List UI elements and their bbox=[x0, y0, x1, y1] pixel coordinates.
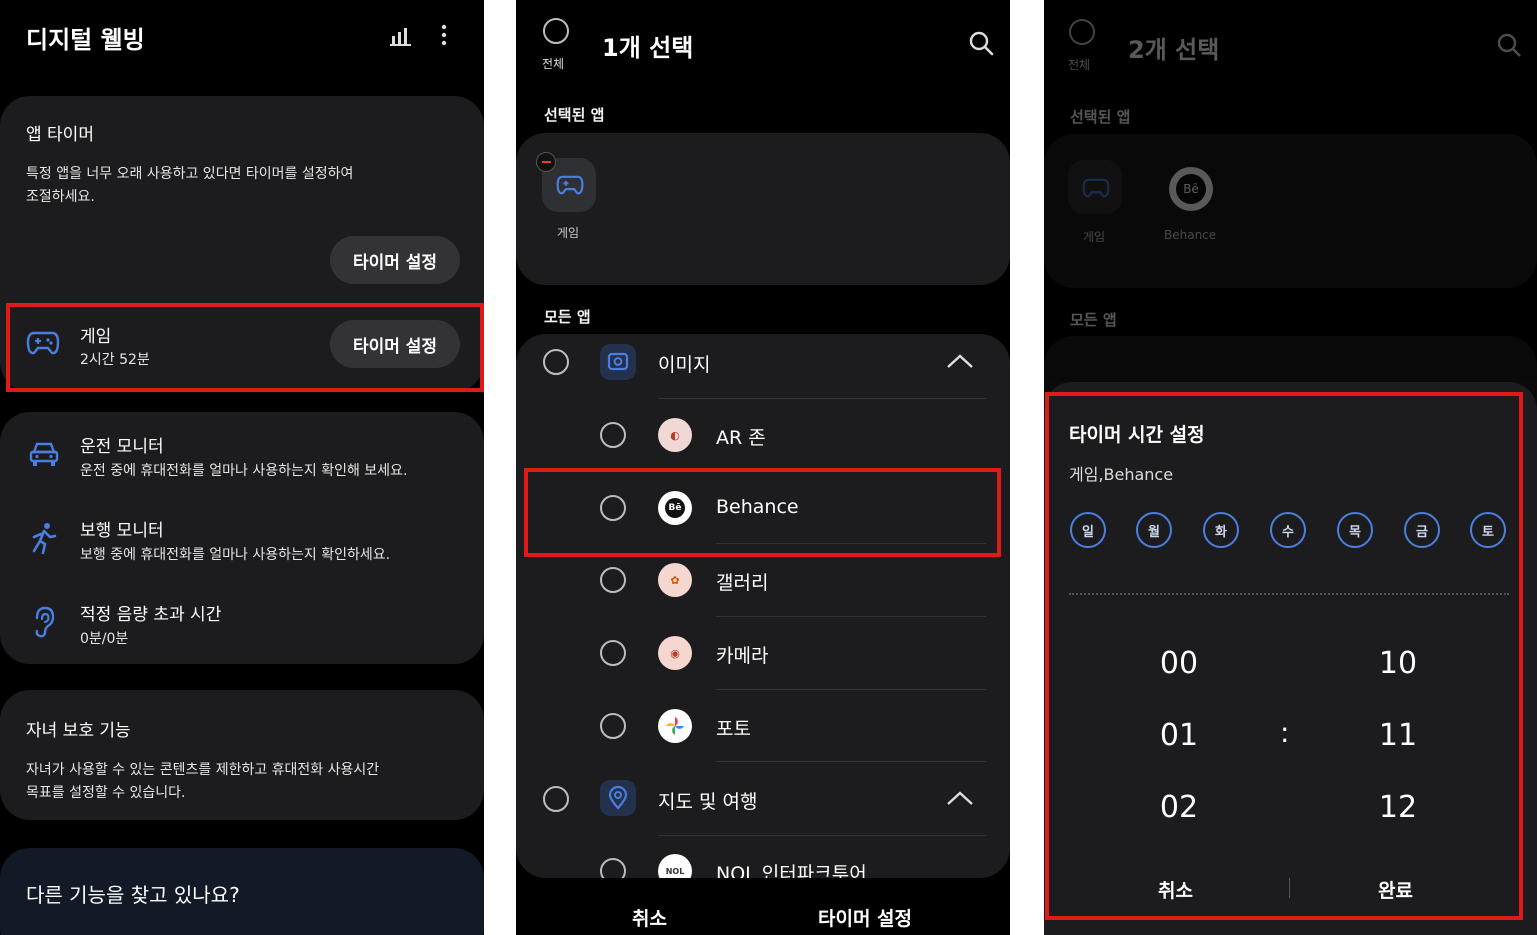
selection-count-title: 1개 선택 bbox=[602, 34, 694, 62]
selection-count-title: 2개 선택 bbox=[1128, 36, 1220, 64]
more-options-icon[interactable] bbox=[440, 24, 448, 50]
minute-option-selected[interactable]: 11 bbox=[1358, 718, 1438, 753]
dotted-divider bbox=[1069, 593, 1509, 595]
camera-app-icon: ◉ bbox=[658, 636, 692, 670]
gamepad-icon bbox=[1082, 177, 1110, 203]
selected-app-label: Behance bbox=[1164, 228, 1217, 242]
parental-controls-description-line1: 자녀가 사용할 수 있는 콘텐츠를 제한하고 휴대전화 사용시간 bbox=[26, 762, 380, 778]
highlight-behance-row bbox=[524, 468, 1001, 557]
image-category-icon bbox=[600, 344, 636, 380]
timer-dialog-title: 타이머 시간 설정 bbox=[1069, 424, 1205, 446]
selected-apps-header: 선택된 앱 bbox=[544, 106, 605, 124]
hour-option[interactable]: 00 bbox=[1139, 646, 1219, 681]
dialog-cancel-button[interactable]: 취소 bbox=[1158, 876, 1193, 903]
volume-exceed-title[interactable]: 적정 음량 초과 시간 bbox=[80, 600, 221, 625]
search-icon bbox=[1496, 32, 1522, 62]
all-apps-header: 모든 앱 bbox=[544, 308, 591, 326]
ar-zone-app-icon: ◐ bbox=[658, 418, 692, 452]
app-camera-label[interactable]: 카메라 bbox=[716, 641, 768, 668]
page-title: 디지털 웰빙 bbox=[26, 26, 145, 54]
day-monday-button[interactable]: 월 bbox=[1136, 512, 1172, 548]
dialog-done-button[interactable]: 완료 bbox=[1378, 876, 1413, 903]
category-image-radio[interactable] bbox=[543, 349, 569, 375]
hour-option[interactable]: 02 bbox=[1139, 790, 1219, 825]
digital-wellbeing-screen: 디지털 웰빙 앱 타이머 특정 앱을 너무 오래 사용하고 있다면 타이머를 설… bbox=[0, 0, 484, 935]
selected-app-label: 게임 bbox=[1083, 230, 1106, 244]
selected-app-game[interactable]: 게임 bbox=[536, 152, 598, 248]
timer-dialog-apps: 게임,Behance bbox=[1069, 465, 1174, 484]
select-all-radio[interactable] bbox=[543, 18, 569, 44]
selected-app-game: 게임 bbox=[1068, 160, 1124, 250]
divider bbox=[716, 689, 986, 690]
day-sunday-button[interactable]: 일 bbox=[1070, 512, 1106, 548]
walking-monitor-description: 보행 중에 휴대전화를 얼마나 사용하는지 확인하세요. bbox=[80, 547, 391, 563]
category-image-label[interactable]: 이미지 bbox=[658, 350, 710, 377]
behance-app-icon: Bē bbox=[1169, 167, 1213, 211]
other-features-text: 다른 기능을 찾고 있나요? bbox=[26, 883, 240, 907]
volume-exceed-value: 0분/0분 bbox=[80, 631, 129, 647]
minute-picker[interactable]: 10 11 12 bbox=[1358, 640, 1438, 830]
walking-monitor-title[interactable]: 보행 모니터 bbox=[80, 516, 164, 541]
chevron-up-icon[interactable] bbox=[946, 789, 974, 811]
app-photos-radio[interactable] bbox=[600, 713, 626, 739]
set-timer-button[interactable]: 타이머 설정 bbox=[818, 904, 912, 931]
divider bbox=[716, 761, 986, 762]
app-camera-radio[interactable] bbox=[600, 640, 626, 666]
divider bbox=[658, 835, 986, 836]
hour-option-selected[interactable]: 01 bbox=[1139, 718, 1219, 753]
selected-apps-header: 선택된 앱 bbox=[1070, 108, 1131, 126]
timer-setting-screen: 전체 2개 선택 선택된 앱 게임 Bē Behance 모든 앱 타이머 시간… bbox=[1044, 0, 1537, 935]
all-apps-header: 모든 앱 bbox=[1070, 311, 1117, 329]
app-gallery-radio[interactable] bbox=[600, 567, 626, 593]
day-thursday-button[interactable]: 목 bbox=[1337, 512, 1373, 548]
car-icon bbox=[28, 440, 60, 472]
select-all-label: 전체 bbox=[1068, 58, 1091, 72]
minute-option[interactable]: 10 bbox=[1358, 646, 1438, 681]
walking-icon bbox=[30, 522, 58, 558]
day-friday-button[interactable]: 금 bbox=[1404, 512, 1440, 548]
parental-controls-heading: 자녀 보호 기능 bbox=[26, 721, 131, 741]
divider bbox=[658, 398, 986, 399]
category-maps-radio[interactable] bbox=[543, 786, 569, 812]
driving-monitor-title[interactable]: 운전 모니터 bbox=[80, 432, 164, 457]
highlight-game-row bbox=[6, 303, 484, 392]
monitors-card bbox=[0, 412, 484, 664]
parental-controls-description-line2: 목표를 설정할 수 있습니다. bbox=[26, 785, 186, 801]
category-maps-label[interactable]: 지도 및 여행 bbox=[658, 787, 757, 814]
app-timer-description-line1: 특정 앱을 너무 오래 사용하고 있다면 타이머를 설정하여 bbox=[26, 166, 354, 182]
app-gallery-label[interactable]: 갤러리 bbox=[716, 568, 768, 595]
all-apps-list bbox=[516, 334, 1010, 878]
app-timer-description-line2: 조절하세요. bbox=[26, 189, 95, 205]
day-saturday-button[interactable]: 토 bbox=[1470, 512, 1506, 548]
day-wednesday-button[interactable]: 수 bbox=[1270, 512, 1306, 548]
ear-icon bbox=[32, 606, 56, 642]
button-divider bbox=[1289, 878, 1290, 898]
select-all-label: 전체 bbox=[542, 57, 565, 71]
app-select-screen: 전체 1개 선택 선택된 앱 게임 모든 앱 이미지 ◐ AR 존 Bē Beh… bbox=[516, 0, 1010, 935]
selected-app-behance: Bē Behance bbox=[1164, 160, 1254, 250]
gallery-app-icon: ✿ bbox=[658, 563, 692, 597]
app-photos-label[interactable]: 포토 bbox=[716, 714, 751, 741]
remove-icon[interactable] bbox=[536, 152, 556, 172]
map-pin-icon bbox=[600, 780, 636, 816]
cancel-button[interactable]: 취소 bbox=[632, 904, 667, 931]
app-ar-zone-radio[interactable] bbox=[600, 422, 626, 448]
photos-app-icon bbox=[658, 709, 692, 743]
app-ar-zone-label[interactable]: AR 존 bbox=[716, 423, 766, 450]
select-all-radio bbox=[1069, 19, 1095, 45]
divider bbox=[716, 616, 986, 617]
time-separator: : bbox=[1280, 716, 1290, 749]
hour-picker[interactable]: 00 01 02 bbox=[1139, 640, 1219, 830]
selected-app-label: 게임 bbox=[557, 226, 580, 240]
search-icon[interactable] bbox=[968, 30, 994, 60]
chevron-up-icon[interactable] bbox=[946, 352, 974, 374]
driving-monitor-description: 운전 중에 휴대전화를 얼마나 사용하는지 확인해 보세요. bbox=[80, 463, 408, 479]
minute-option[interactable]: 12 bbox=[1358, 790, 1438, 825]
app-timer-heading: 앱 타이머 bbox=[26, 125, 94, 145]
gamepad-icon bbox=[556, 174, 584, 200]
stats-icon[interactable] bbox=[390, 24, 412, 50]
bottom-bar bbox=[516, 878, 1010, 935]
day-tuesday-button[interactable]: 화 bbox=[1203, 512, 1239, 548]
app-timer-set-button[interactable]: 타이머 설정 bbox=[330, 236, 460, 284]
